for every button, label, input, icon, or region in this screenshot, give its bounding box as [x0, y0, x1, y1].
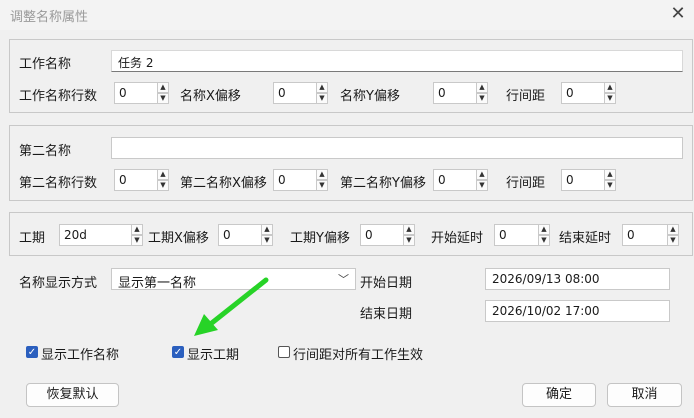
spinner-value[interactable]: 0 [622, 224, 668, 246]
spin-down-icon[interactable]: ▼ [476, 93, 488, 104]
spin-down-icon[interactable]: ▼ [667, 235, 679, 246]
end-date-label: 结束日期 [360, 307, 413, 322]
cancel-button[interactable]: 取消 [607, 383, 682, 407]
title-bar [0, 0, 694, 30]
spinner-value[interactable]: 0 [561, 82, 605, 104]
name-x-offset-label: 名称X偏移 [180, 89, 241, 104]
spin-up-icon[interactable]: ▲ [131, 224, 143, 235]
name-y-offset-spinner[interactable]: 0 ▲ ▼ [433, 82, 488, 104]
spinner-value[interactable]: 0 [360, 224, 404, 246]
line-spacing-label: 行间距 [506, 89, 546, 104]
second-name-y-offset-spinner[interactable]: 0 ▲ ▼ [433, 169, 488, 191]
name-y-offset-label: 名称Y偏移 [340, 89, 400, 104]
spin-down-icon[interactable]: ▼ [403, 235, 415, 246]
spin-down-icon[interactable]: ▼ [538, 235, 550, 246]
start-date-input[interactable]: 2026/09/13 08:00 [485, 268, 670, 290]
spinner-value[interactable]: 0 [433, 169, 477, 191]
spinner-value[interactable]: 0 [218, 224, 262, 246]
second-name-y-offset-label: 第二名称Y偏移 [340, 176, 426, 191]
spin-down-icon[interactable]: ▼ [131, 235, 143, 246]
green-arrow-icon [194, 277, 269, 336]
show-name-label[interactable]: 显示工作名称 [41, 344, 119, 363]
second-name-input[interactable] [111, 137, 683, 159]
spin-down-icon[interactable]: ▼ [476, 180, 488, 191]
duration-x-offset-spinner[interactable]: 0 ▲ ▼ [218, 224, 273, 246]
spin-up-icon[interactable]: ▲ [538, 224, 550, 235]
duration-label: 工期 [19, 231, 46, 246]
spin-down-icon[interactable]: ▼ [316, 180, 328, 191]
apply-spacing-label[interactable]: 行间距对所有工作生效 [293, 344, 423, 363]
display-mode-label: 名称显示方式 [19, 276, 98, 291]
spin-down-icon[interactable]: ▼ [157, 180, 169, 191]
duration-spinner[interactable]: 20d ▲ ▼ [59, 224, 143, 246]
second-line-spacing-spinner[interactable]: 0 ▲ ▼ [561, 169, 616, 191]
spin-up-icon[interactable]: ▲ [476, 169, 488, 180]
spinner-value[interactable]: 0 [433, 82, 477, 104]
work-name-rows-label: 工作名称行数 [19, 89, 98, 104]
duration-y-offset-spinner[interactable]: 0 ▲ ▼ [360, 224, 415, 246]
spinner-value[interactable]: 0 [114, 82, 158, 104]
spin-up-icon[interactable]: ▲ [316, 169, 328, 180]
spin-up-icon[interactable]: ▲ [667, 224, 679, 235]
restore-default-button[interactable]: 恢复默认 [26, 383, 119, 407]
second-name-rows-label: 第二名称行数 [19, 176, 98, 191]
spin-down-icon[interactable]: ▼ [604, 180, 616, 191]
line-spacing-spinner[interactable]: 0 ▲ ▼ [561, 82, 616, 104]
close-icon[interactable]: ✕ [664, 2, 692, 26]
spin-down-icon[interactable]: ▼ [261, 235, 273, 246]
spin-up-icon[interactable]: ▲ [261, 224, 273, 235]
second-name-x-offset-spinner[interactable]: 0 ▲ ▼ [273, 169, 328, 191]
spin-down-icon[interactable]: ▼ [604, 93, 616, 104]
second-name-rows-spinner[interactable]: 0 ▲ ▼ [114, 169, 169, 191]
window-title: 调整名称属性 [10, 10, 89, 25]
spinner-value[interactable]: 0 [114, 169, 158, 191]
ok-button[interactable]: 确定 [522, 383, 596, 407]
end-date-input[interactable]: 2026/10/02 17:00 [485, 300, 670, 322]
spin-up-icon[interactable]: ▲ [157, 169, 169, 180]
end-delay-label: 结束延时 [559, 231, 612, 246]
spinner-value[interactable]: 0 [273, 82, 317, 104]
spin-up-icon[interactable]: ▲ [157, 82, 169, 93]
spin-up-icon[interactable]: ▲ [476, 82, 488, 93]
spin-up-icon[interactable]: ▲ [604, 82, 616, 93]
work-name-input[interactable]: 任务 2 [111, 50, 683, 72]
spin-down-icon[interactable]: ▼ [157, 93, 169, 104]
name-x-offset-spinner[interactable]: 0 ▲ ▼ [273, 82, 328, 104]
spinner-value[interactable]: 0 [494, 224, 539, 246]
show-name-checkbox[interactable]: ✓ [26, 346, 38, 358]
work-name-label: 工作名称 [19, 57, 72, 72]
work-name-rows-spinner[interactable]: 0 ▲ ▼ [114, 82, 169, 104]
spin-up-icon[interactable]: ▲ [316, 82, 328, 93]
duration-y-offset-label: 工期Y偏移 [290, 231, 350, 246]
start-delay-spinner[interactable]: 0 ▲ ▼ [494, 224, 550, 246]
spinner-value[interactable]: 0 [273, 169, 317, 191]
second-line-spacing-label: 行间距 [506, 176, 546, 191]
spinner-value[interactable]: 20d [59, 224, 132, 246]
second-name-x-offset-label: 第二名称X偏移 [180, 176, 267, 191]
spin-down-icon[interactable]: ▼ [316, 93, 328, 104]
chevron-down-icon[interactable]: ﹀ [338, 271, 349, 287]
spin-up-icon[interactable]: ▲ [604, 169, 616, 180]
spin-up-icon[interactable]: ▲ [403, 224, 415, 235]
duration-x-offset-label: 工期X偏移 [148, 231, 209, 246]
start-date-label: 开始日期 [360, 276, 413, 291]
end-delay-spinner[interactable]: 0 ▲ ▼ [622, 224, 679, 246]
spinner-value[interactable]: 0 [561, 169, 605, 191]
second-name-label: 第二名称 [19, 144, 72, 159]
start-delay-label: 开始延时 [431, 231, 484, 246]
